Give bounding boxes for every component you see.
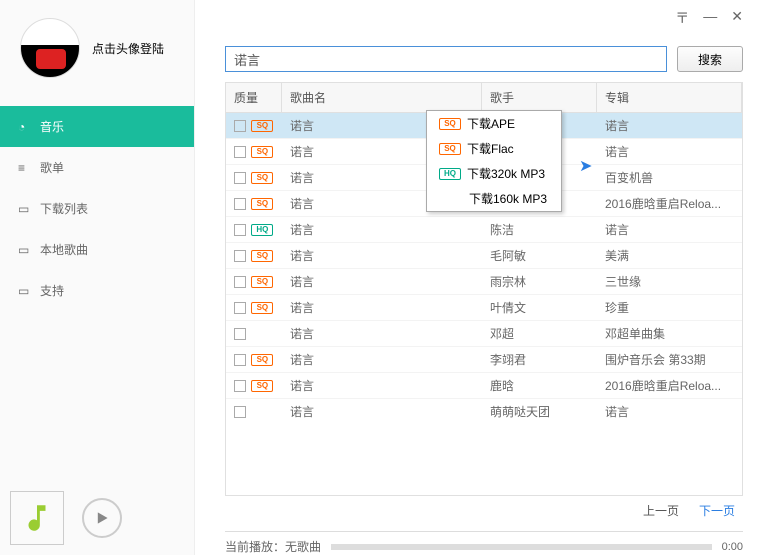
col-singer[interactable]: 歌手 xyxy=(482,83,597,112)
titlebar: 〒 — ✕ xyxy=(195,0,753,28)
now-playing-bar: 当前播放： 无歌曲 0:00 xyxy=(225,531,743,555)
login-label[interactable]: 点击头像登陆 xyxy=(92,40,164,57)
profile-area: 点击头像登陆 xyxy=(0,0,194,106)
checkbox[interactable] xyxy=(234,120,246,132)
nav-local[interactable]: ▭本地歌曲 xyxy=(0,229,194,270)
logo-icon[interactable] xyxy=(10,491,64,545)
checkbox[interactable] xyxy=(234,276,246,288)
bottom-controls xyxy=(0,481,194,555)
col-name[interactable]: 歌曲名 xyxy=(282,83,482,112)
nav: ◔音乐 ≡歌单 ▭下载列表 ▭本地歌曲 ▭支持 xyxy=(0,106,194,311)
checkbox[interactable] xyxy=(234,380,246,392)
nav-support[interactable]: ▭支持 xyxy=(0,270,194,311)
quality-tag: SQ xyxy=(251,354,273,366)
checkbox[interactable] xyxy=(234,302,246,314)
checkbox[interactable] xyxy=(234,354,246,366)
avatar[interactable] xyxy=(20,18,80,78)
checkbox[interactable] xyxy=(234,146,246,158)
table-row[interactable]: HQ诺言陈洁诺言 xyxy=(226,217,742,243)
quality-tag: SQ xyxy=(251,302,273,314)
search-row: 搜索 xyxy=(195,28,753,82)
table-row[interactable]: SQ诺言毛阿敏美满 xyxy=(226,243,742,269)
table-row[interactable]: SQ诺言鹿晗2016鹿晗重启Reloa... xyxy=(226,373,742,399)
support-icon: ▭ xyxy=(18,284,32,298)
quality-tag: SQ xyxy=(251,276,273,288)
pager: 上一页 下一页 xyxy=(195,496,753,519)
table-row[interactable]: SQ诺言李翊君围炉音乐会 第33期 xyxy=(226,347,742,373)
main-panel: 〒 — ✕ 搜索 质量 歌曲名 歌手 专辑 SQ诺言诺言 SQ诺言诺言 SQ诺言… xyxy=(195,0,763,555)
nav-playlist[interactable]: ≡歌单 xyxy=(0,147,194,188)
checkbox[interactable] xyxy=(234,250,246,262)
close-icon[interactable]: ✕ xyxy=(731,8,743,28)
context-menu-item[interactable]: HQ下载320k MP3 xyxy=(427,161,561,186)
minimize-icon[interactable]: — xyxy=(703,8,717,28)
nowplay-label: 当前播放： xyxy=(225,538,285,555)
download-icon: ▭ xyxy=(18,202,32,216)
quality-tag: SQ xyxy=(251,250,273,262)
results-table: 质量 歌曲名 歌手 专辑 SQ诺言诺言 SQ诺言诺言 SQ诺言百变机兽 SQ诺言… xyxy=(225,82,743,496)
list-icon: ≡ xyxy=(18,161,32,175)
local-icon: ▭ xyxy=(18,243,32,257)
table-row[interactable]: 诺言萌萌哒天团诺言 xyxy=(226,399,742,423)
table-row[interactable]: 诺言邓超邓超单曲集 xyxy=(226,321,742,347)
next-page[interactable]: 下一页 xyxy=(699,502,735,519)
quality-tag: SQ xyxy=(439,143,461,155)
checkbox[interactable] xyxy=(234,224,246,236)
menu-icon[interactable]: 〒 xyxy=(675,8,689,28)
checkbox[interactable] xyxy=(234,198,246,210)
checkbox[interactable] xyxy=(234,406,246,418)
col-album[interactable]: 专辑 xyxy=(597,83,742,112)
quality-tag: SQ xyxy=(251,172,273,184)
context-menu: SQ下载APESQ下载FlacHQ下载320k MP3下载160k MP3 xyxy=(426,110,562,212)
context-menu-item[interactable]: SQ下载Flac xyxy=(427,136,561,161)
col-quality[interactable]: 质量 xyxy=(226,83,282,112)
quality-tag: SQ xyxy=(251,146,273,158)
table-header: 质量 歌曲名 歌手 专辑 xyxy=(226,83,742,113)
checkbox[interactable] xyxy=(234,172,246,184)
context-menu-item[interactable]: 下载160k MP3 xyxy=(427,186,561,211)
play-button[interactable] xyxy=(82,498,122,538)
quality-tag: SQ xyxy=(251,120,273,132)
nav-music[interactable]: ◔音乐 xyxy=(0,106,194,147)
nowplay-song: 无歌曲 xyxy=(285,538,321,555)
quality-tag: HQ xyxy=(251,224,273,236)
sidebar: 点击头像登陆 ◔音乐 ≡歌单 ▭下载列表 ▭本地歌曲 ▭支持 xyxy=(0,0,195,555)
quality-tag: SQ xyxy=(251,380,273,392)
checkbox[interactable] xyxy=(234,328,246,340)
search-button[interactable]: 搜索 xyxy=(677,46,743,72)
quality-tag: SQ xyxy=(251,198,273,210)
prev-page[interactable]: 上一页 xyxy=(643,502,679,519)
quality-tag: HQ xyxy=(439,168,461,180)
quality-tag: SQ xyxy=(439,118,461,130)
music-icon: ◔ xyxy=(18,120,32,134)
progress-bar[interactable] xyxy=(331,544,712,550)
time-label: 0:00 xyxy=(722,541,743,553)
search-input[interactable] xyxy=(225,46,667,72)
table-row[interactable]: SQ诺言叶倩文珍重 xyxy=(226,295,742,321)
context-menu-item[interactable]: SQ下载APE xyxy=(427,111,561,136)
nav-download[interactable]: ▭下载列表 xyxy=(0,188,194,229)
table-row[interactable]: SQ诺言雨宗林三世缘 xyxy=(226,269,742,295)
